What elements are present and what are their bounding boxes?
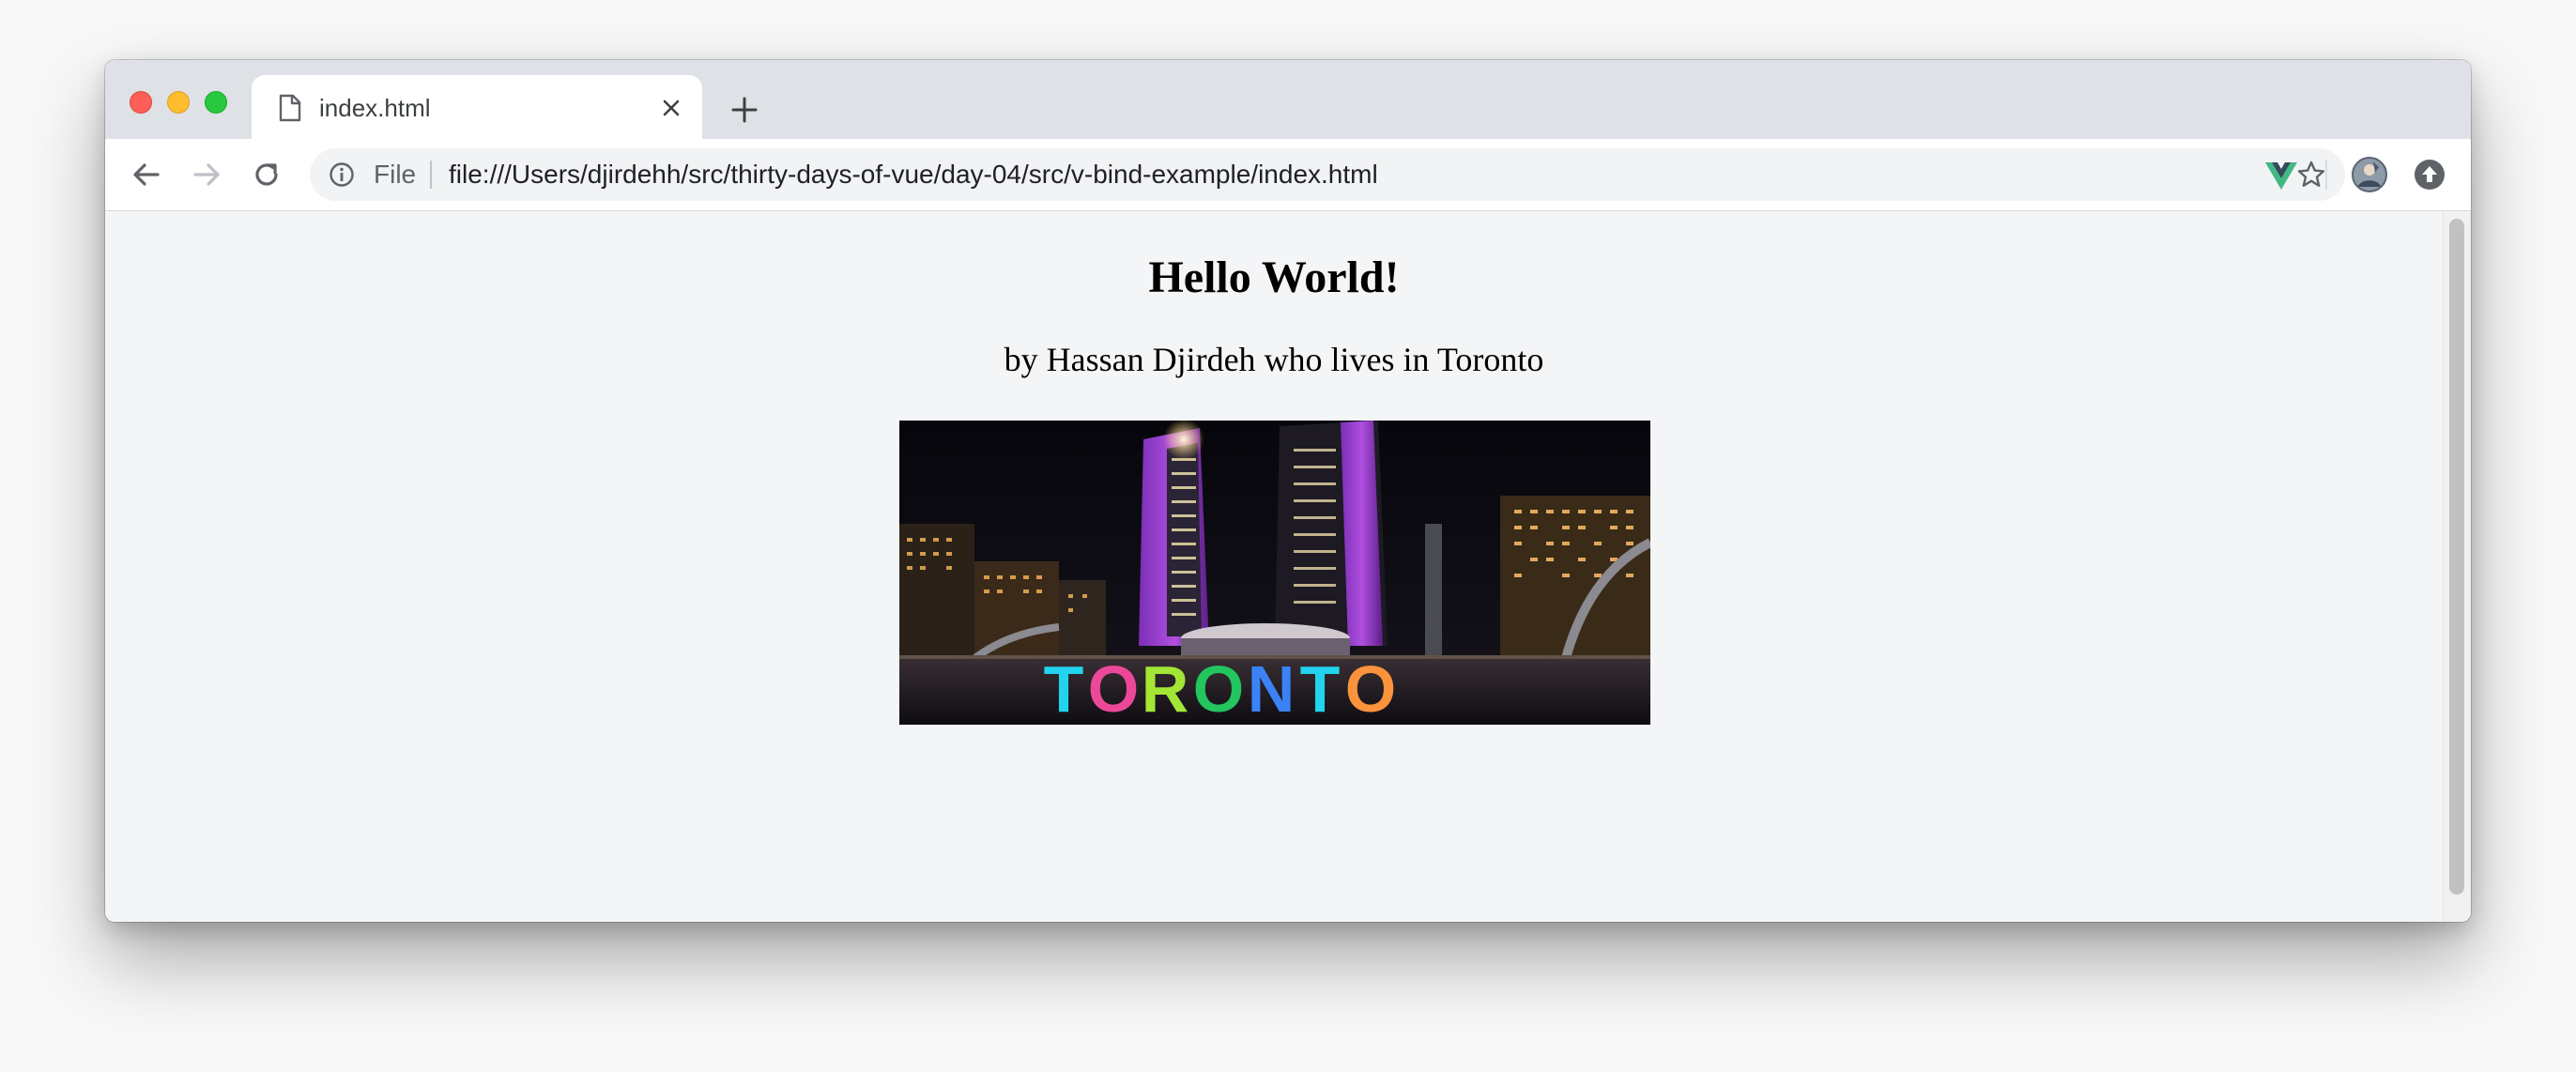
- toronto-sign-letter: R: [1142, 652, 1189, 725]
- toronto-sign-letter: N: [1248, 652, 1296, 725]
- address-url[interactable]: file:///Users/djirdehh/src/thirty-days-o…: [449, 161, 1378, 189]
- address-separator: [430, 161, 432, 189]
- address-bar[interactable]: File file:///Users/djirdehh/src/thirty-d…: [310, 148, 2345, 201]
- star-icon[interactable]: [2296, 160, 2326, 190]
- new-tab-plus-icon[interactable]: [728, 94, 760, 126]
- address-scheme-label: File: [374, 160, 417, 189]
- toronto-sign-letter: T: [1300, 652, 1341, 725]
- info-icon[interactable]: [329, 161, 355, 188]
- tab-bar: index.html: [105, 60, 2471, 139]
- update-arrow-icon[interactable]: [2411, 156, 2448, 193]
- scrollbar-thumb[interactable]: [2449, 219, 2464, 895]
- tab-title: index.html: [319, 94, 431, 122]
- arrow-right-icon[interactable]: [190, 158, 223, 191]
- toronto-sign-letter: O: [1088, 652, 1139, 725]
- author-byline: by Hassan Djirdeh who lives in Toronto: [1004, 341, 1544, 378]
- file-icon: [279, 94, 301, 122]
- arrow-left-icon[interactable]: [130, 158, 163, 191]
- browser-toolbar: File file:///Users/djirdehh/src/thirty-d…: [105, 139, 2471, 211]
- tab-index-html[interactable]: index.html: [252, 75, 702, 139]
- toronto-sign-letter: O: [1345, 652, 1396, 725]
- toolbar-divider: [2325, 160, 2327, 190]
- toronto-sign-letter: T: [1044, 652, 1084, 725]
- close-window-button[interactable]: [130, 91, 152, 114]
- minimize-window-button[interactable]: [167, 91, 190, 114]
- toronto-skyline-image: T O R O N T O: [899, 421, 1650, 725]
- vue-logo-icon[interactable]: [2262, 156, 2300, 193]
- toronto-sign-letter: O: [1193, 652, 1244, 725]
- maximize-window-button[interactable]: [205, 91, 227, 114]
- vertical-scrollbar[interactable]: [2443, 211, 2471, 922]
- reload-icon[interactable]: [250, 158, 284, 191]
- toronto-city-hall-photo: T O R O N T O: [899, 421, 1650, 725]
- browser-window: index.html File file:///Users/djirdehh/s…: [105, 60, 2471, 922]
- close-tab-icon[interactable]: [659, 96, 683, 120]
- page-heading: Hello World!: [1148, 253, 1400, 302]
- avatar-icon[interactable]: [2351, 156, 2388, 193]
